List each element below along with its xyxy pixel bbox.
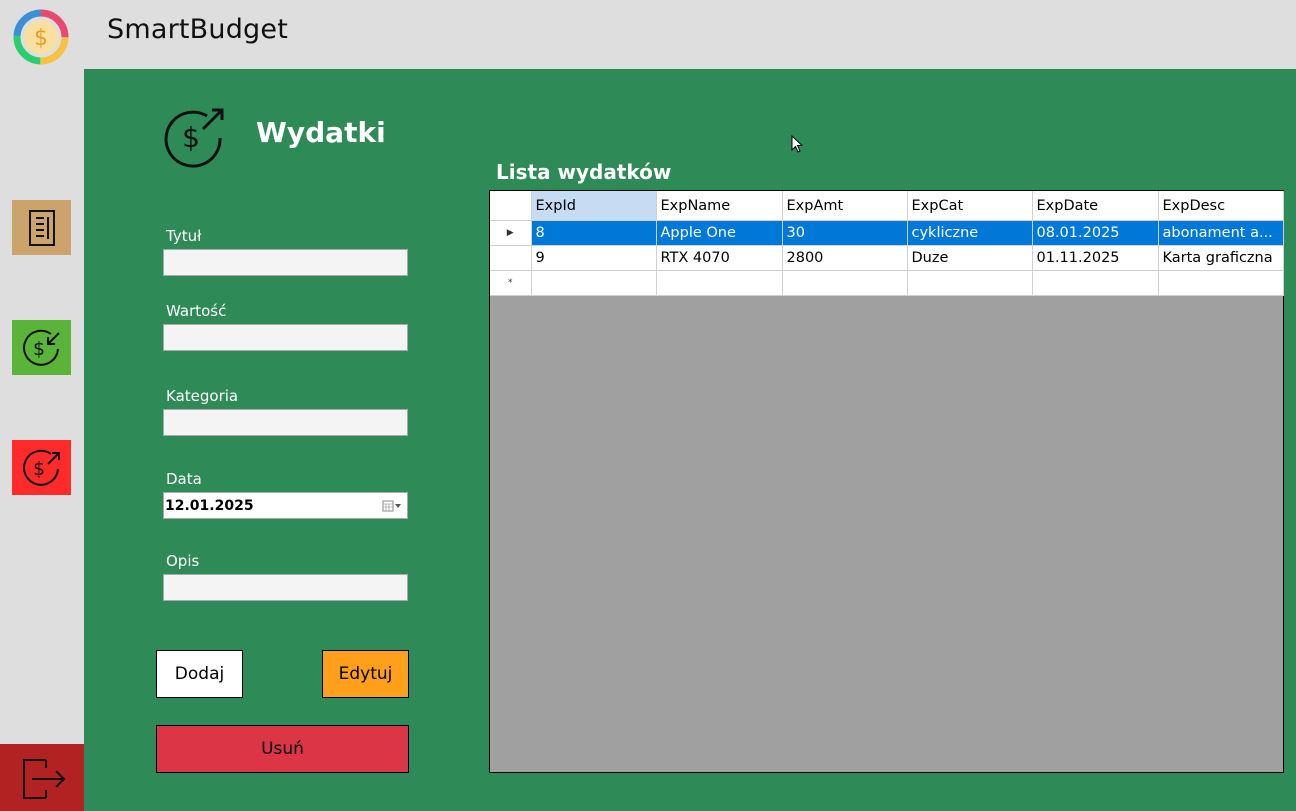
row-selector[interactable]: [490, 245, 532, 271]
expense-dollar-icon: $: [22, 449, 60, 486]
table-cell[interactable]: Apple One: [656, 220, 783, 246]
date-picker[interactable]: 12.01.2025: [163, 492, 408, 519]
table-cell[interactable]: [1158, 270, 1284, 296]
add-button[interactable]: Dodaj: [156, 650, 243, 698]
category-input[interactable]: [163, 409, 408, 436]
sidebar-item-summary[interactable]: [12, 200, 71, 255]
column-header-expcat[interactable]: ExpCat: [907, 191, 1033, 221]
table-row[interactable]: 9 RTX 4070 2800 Duze 01.11.2025 Karta gr…: [490, 245, 1284, 271]
column-header-expdate[interactable]: ExpDate: [1032, 191, 1159, 221]
svg-text:$: $: [32, 338, 44, 360]
receipt-icon: [28, 209, 55, 246]
grid-corner-cell: [490, 191, 532, 221]
sidebar-item-expenses[interactable]: $: [12, 440, 71, 495]
title-label: Tytuł: [166, 227, 202, 245]
table-cell[interactable]: Karta graficzna: [1158, 245, 1284, 271]
logout-icon: [23, 758, 66, 799]
table-cell[interactable]: [656, 270, 783, 296]
column-header-expdesc[interactable]: ExpDesc: [1158, 191, 1284, 221]
row-selector-arrow-icon[interactable]: ▶: [490, 220, 532, 246]
top-bar: $ SmartBudget: [0, 0, 1296, 69]
table-row[interactable]: ▶ 8 Apple One 30 cykliczne 08.01.2025 ab…: [490, 220, 1284, 246]
grid-header-row: ExpId ExpName ExpAmt ExpCat ExpDate ExpD…: [490, 191, 1284, 221]
table-cell[interactable]: [782, 270, 908, 296]
svg-text:$: $: [32, 458, 44, 480]
category-label: Kategoria: [166, 387, 239, 405]
logout-button[interactable]: [0, 744, 84, 811]
new-row[interactable]: *: [490, 270, 1284, 296]
column-header-expname[interactable]: ExpName: [656, 191, 783, 221]
sidebar-item-income[interactable]: $: [12, 320, 71, 375]
mouse-cursor-icon: [791, 135, 804, 153]
column-header-expid[interactable]: ExpId: [531, 191, 657, 221]
table-cell[interactable]: Duze: [907, 245, 1033, 271]
page-title: Wydatki: [256, 116, 386, 149]
table-cell[interactable]: [907, 270, 1033, 296]
title-input[interactable]: [163, 249, 408, 276]
amount-label: Wartość: [166, 302, 227, 320]
description-label: Opis: [166, 552, 200, 570]
table-cell[interactable]: 2800: [782, 245, 908, 271]
table-cell[interactable]: 01.11.2025: [1032, 245, 1159, 271]
table-cell[interactable]: [1032, 270, 1159, 296]
expenses-list-title: Lista wydatków: [496, 160, 672, 184]
table-cell[interactable]: abonament a...: [1158, 220, 1284, 246]
date-label: Data: [166, 470, 202, 488]
table-cell[interactable]: [531, 270, 657, 296]
table-cell[interactable]: cykliczne: [907, 220, 1033, 246]
column-header-expamt[interactable]: ExpAmt: [782, 191, 908, 221]
description-input[interactable]: [163, 574, 408, 601]
table-cell[interactable]: 30: [782, 220, 908, 246]
expenses-page-icon: $: [164, 108, 224, 168]
app-logo-icon: $: [13, 9, 69, 65]
amount-input[interactable]: [163, 324, 408, 351]
new-row-marker: *: [490, 270, 532, 296]
income-dollar-icon: $: [22, 329, 60, 366]
expenses-grid[interactable]: ExpId ExpName ExpAmt ExpCat ExpDate ExpD…: [489, 190, 1284, 773]
svg-text:$: $: [34, 26, 48, 51]
app-title: SmartBudget: [107, 14, 288, 45]
date-value: 12.01.2025: [165, 497, 254, 514]
table-cell[interactable]: RTX 4070: [656, 245, 783, 271]
table-cell[interactable]: 9: [531, 245, 657, 271]
table-cell[interactable]: 8: [531, 220, 657, 246]
svg-text:$: $: [182, 121, 200, 154]
table-cell[interactable]: 08.01.2025: [1032, 220, 1159, 246]
delete-button[interactable]: Usuń: [156, 725, 409, 773]
calendar-dropdown-icon[interactable]: [381, 496, 403, 516]
edit-button[interactable]: Edytuj: [322, 650, 409, 698]
